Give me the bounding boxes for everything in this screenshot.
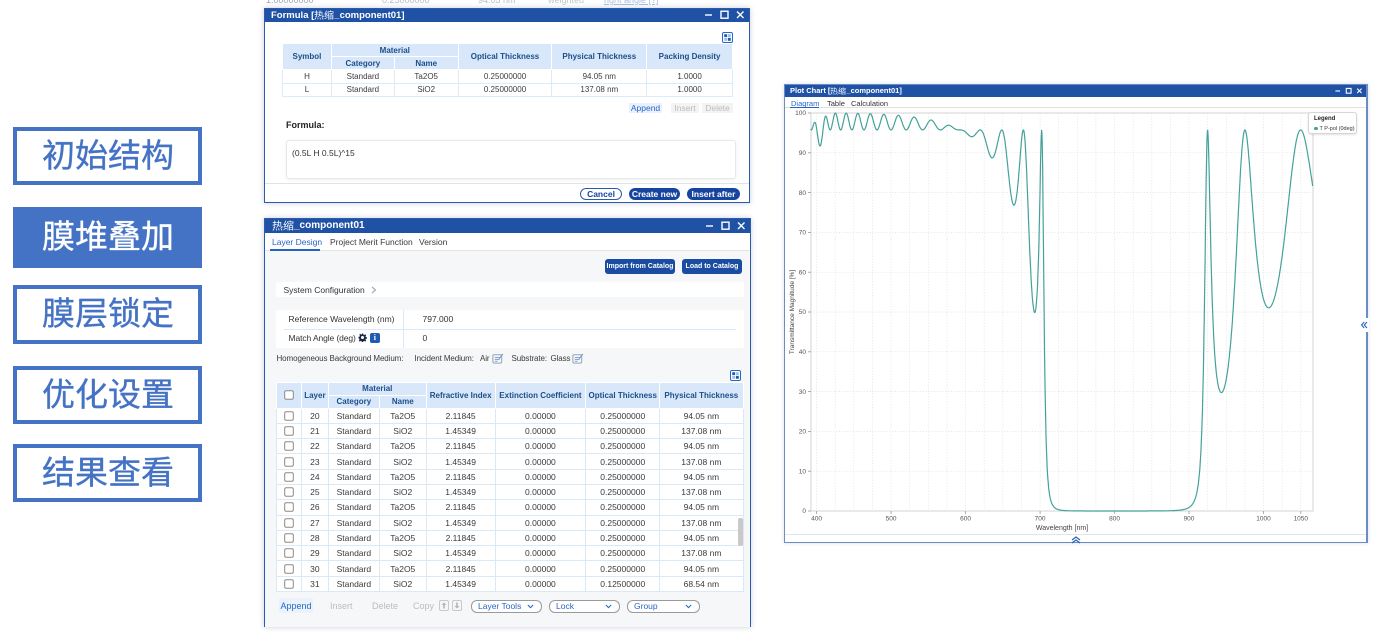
svg-text:1000: 1000	[1256, 516, 1271, 523]
svg-text:400: 400	[811, 516, 822, 523]
svg-text:40: 40	[799, 349, 807, 356]
svg-text:30: 30	[799, 389, 807, 396]
svg-text:700: 700	[1035, 516, 1046, 523]
svg-text:70: 70	[799, 230, 807, 237]
svg-text:Transmittance Magnitude [%]: Transmittance Magnitude [%]	[789, 270, 796, 354]
svg-text:600: 600	[960, 516, 971, 523]
svg-text:80: 80	[799, 190, 807, 197]
svg-text:900: 900	[1184, 516, 1195, 523]
svg-text:Wavelength [nm]: Wavelength [nm]	[1036, 525, 1088, 532]
svg-text:500: 500	[886, 516, 897, 523]
svg-text:0: 0	[802, 508, 806, 515]
svg-text:800: 800	[1109, 516, 1120, 523]
svg-text:20: 20	[799, 429, 807, 436]
svg-text:100: 100	[795, 110, 806, 117]
svg-text:10: 10	[799, 468, 807, 475]
svg-text:1050: 1050	[1294, 516, 1309, 523]
svg-text:60: 60	[799, 269, 807, 276]
svg-text:50: 50	[799, 309, 807, 316]
svg-text:90: 90	[799, 150, 807, 157]
